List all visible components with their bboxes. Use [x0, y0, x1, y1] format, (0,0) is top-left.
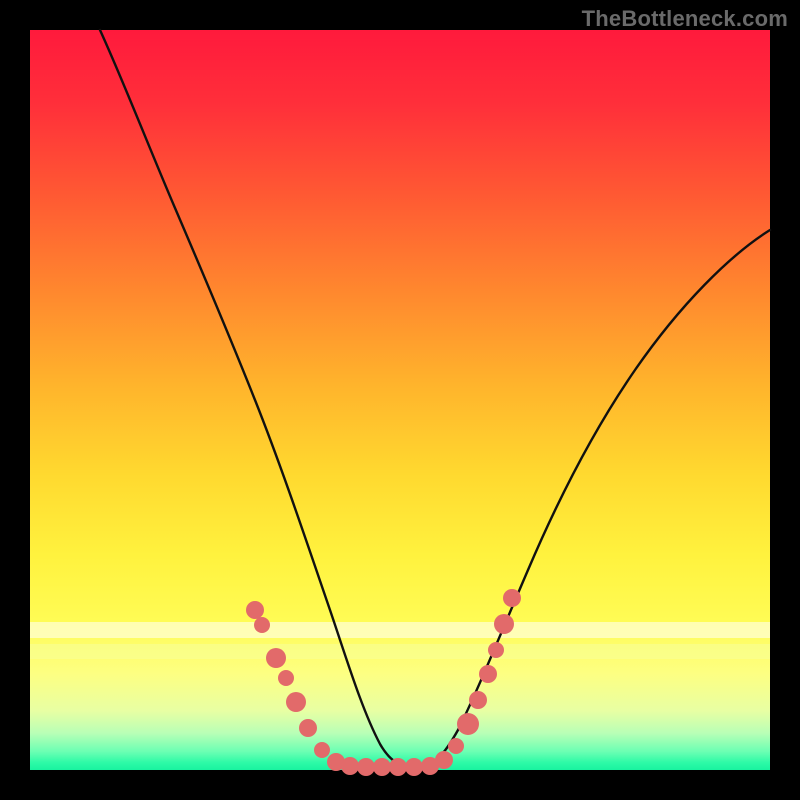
marker-dot: [435, 751, 453, 769]
marker-dot: [299, 719, 317, 737]
marker-dot: [254, 617, 270, 633]
marker-dot: [457, 713, 479, 735]
marker-dot: [266, 648, 286, 668]
marker-dot: [373, 758, 391, 776]
curve-path-group: [100, 30, 770, 767]
marker-dot: [488, 642, 504, 658]
marker-dot: [357, 758, 375, 776]
marker-dot: [341, 757, 359, 775]
curve-svg: [30, 30, 770, 770]
marker-dot: [448, 738, 464, 754]
marker-dot: [246, 601, 264, 619]
marker-dot: [314, 742, 330, 758]
marker-dot: [479, 665, 497, 683]
marker-dot: [469, 691, 487, 709]
marker-dot: [494, 614, 514, 634]
bottleneck-curve: [100, 30, 770, 767]
marker-dot: [405, 758, 423, 776]
chart-frame: TheBottleneck.com: [0, 0, 800, 800]
marker-dot: [278, 670, 294, 686]
marker-dot: [503, 589, 521, 607]
marker-dot: [286, 692, 306, 712]
watermark-text: TheBottleneck.com: [582, 6, 788, 32]
plot-area: [30, 30, 770, 770]
marker-dot: [389, 758, 407, 776]
